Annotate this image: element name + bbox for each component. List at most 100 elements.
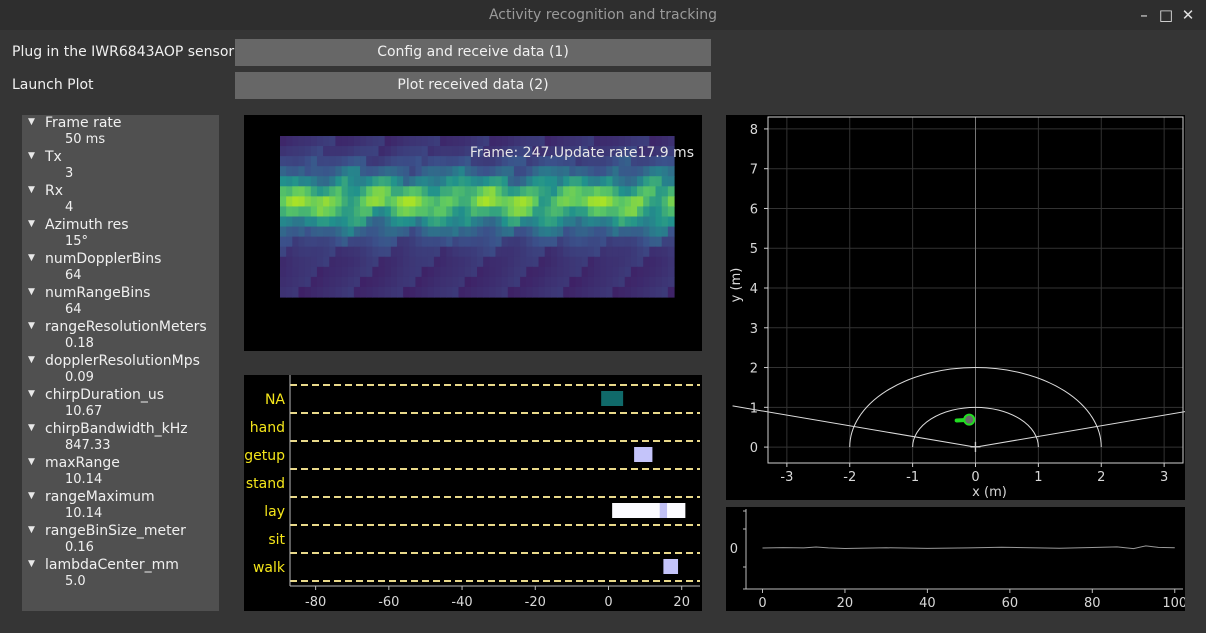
expand-arrow-icon[interactable]: ▼ xyxy=(28,389,35,399)
expand-arrow-icon[interactable]: ▼ xyxy=(28,151,35,161)
expand-arrow-icon[interactable]: ▼ xyxy=(28,321,35,331)
param-value[interactable]: 4 xyxy=(65,200,73,215)
heatmap-cell xyxy=(532,196,540,208)
heatmap-cell xyxy=(513,286,521,298)
expand-arrow-icon[interactable]: ▼ xyxy=(28,423,35,433)
heatmap-cell xyxy=(316,176,324,187)
parameter-tree[interactable]: ▼ Frame rate 50 ms ▼ Tx 3 ▼ Rx 4 ▼ Azimuth res 15° ▼… xyxy=(22,115,219,611)
signal-plot: 0 0 20 40 60 80 100 xyxy=(730,509,1187,611)
heatmap-cell xyxy=(458,236,466,248)
expand-arrow-icon[interactable]: ▼ xyxy=(28,355,35,365)
heatmap-cell xyxy=(316,186,324,197)
param-item[interactable]: ▼ numRangeBins 64 xyxy=(22,285,219,319)
param-value[interactable]: 0.09 xyxy=(65,370,94,385)
param-item[interactable]: ▼ Frame rate 50 ms xyxy=(22,115,219,149)
heatmap-cell xyxy=(630,226,638,238)
param-item[interactable]: ▼ rangeBinSize_meter 0.16 xyxy=(22,523,219,557)
heatmap-cell xyxy=(593,196,601,208)
heatmap-cell xyxy=(384,266,392,278)
param-item[interactable]: ▼ Azimuth res 15° xyxy=(22,217,219,251)
heatmap-cell xyxy=(667,166,675,177)
expand-arrow-icon[interactable]: ▼ xyxy=(28,491,35,501)
heatmap-cell xyxy=(667,246,675,258)
param-item[interactable]: ▼ dopplerResolutionMps 0.09 xyxy=(22,353,219,387)
param-value[interactable]: 3 xyxy=(65,166,73,181)
param-item[interactable]: ▼ Rx 4 xyxy=(22,183,219,217)
expand-arrow-icon[interactable]: ▼ xyxy=(28,253,35,263)
heatmap-cell xyxy=(550,226,558,238)
expand-arrow-icon[interactable]: ▼ xyxy=(28,117,35,127)
param-item[interactable]: ▼ numDopplerBins 64 xyxy=(22,251,219,285)
activity-label: walk xyxy=(253,560,286,576)
param-item[interactable]: ▼ rangeMaximum 10.14 xyxy=(22,489,219,523)
heatmap-cell xyxy=(446,136,453,147)
param-item[interactable]: ▼ Tx 3 xyxy=(22,149,219,183)
heatmap-cell xyxy=(433,206,441,218)
expand-arrow-icon[interactable]: ▼ xyxy=(28,525,35,535)
heatmap-cell xyxy=(286,146,293,157)
plot-button[interactable]: Plot received data (2) xyxy=(235,72,711,99)
heatmap-cell xyxy=(347,236,355,248)
y-tick-label: 8 xyxy=(750,123,758,138)
heatmap-cell xyxy=(378,266,386,278)
heatmap-cell xyxy=(593,186,601,197)
param-item[interactable]: ▼ chirpBandwidth_kHz 847.33 xyxy=(22,421,219,455)
activity-segment xyxy=(601,391,624,406)
param-value[interactable]: 5.0 xyxy=(65,574,86,589)
param-value[interactable]: 0.18 xyxy=(65,336,94,351)
expand-arrow-icon[interactable]: ▼ xyxy=(28,559,35,569)
config-button[interactable]: Config and receive data (1) xyxy=(235,39,711,66)
heatmap-cell xyxy=(396,226,404,238)
param-item[interactable]: ▼ lambdaCenter_mm 5.0 xyxy=(22,557,219,591)
param-item[interactable]: ▼ maxRange 10.14 xyxy=(22,455,219,489)
activity-label: stand xyxy=(246,476,285,492)
heatmap-cell xyxy=(464,266,472,278)
heatmap-cell xyxy=(433,286,441,298)
x-tick-label: -80 xyxy=(305,595,326,610)
expand-arrow-icon[interactable]: ▼ xyxy=(28,219,35,229)
heatmap-cell xyxy=(495,196,503,208)
heatmap-cell xyxy=(489,186,497,197)
heatmap-cell xyxy=(649,256,657,268)
heatmap-cell xyxy=(477,206,484,218)
heatmap-cell xyxy=(433,186,441,197)
heatmap-cell xyxy=(323,136,330,147)
heatmap-cell xyxy=(396,286,404,298)
heatmap-cell xyxy=(323,266,330,278)
expand-arrow-icon[interactable]: ▼ xyxy=(28,287,35,297)
param-item[interactable]: ▼ chirpDuration_us 10.67 xyxy=(22,387,219,421)
param-item[interactable]: ▼ rangeResolutionMeters 0.18 xyxy=(22,319,219,353)
param-value[interactable]: 15° xyxy=(65,234,88,249)
heatmap-cell xyxy=(575,256,583,268)
heatmap-cell xyxy=(606,226,614,238)
close-icon[interactable]: ✕ xyxy=(1180,6,1196,24)
heatmap-cell xyxy=(335,286,343,298)
param-value[interactable]: 0.16 xyxy=(65,540,94,555)
param-value[interactable]: 10.14 xyxy=(65,506,102,521)
maximize-icon[interactable]: □ xyxy=(1158,6,1174,24)
param-value[interactable]: 64 xyxy=(65,302,82,317)
heatmap-cell xyxy=(323,176,330,187)
heatmap-cell xyxy=(612,266,620,278)
heatmap-cell xyxy=(329,206,337,218)
param-value[interactable]: 847.33 xyxy=(65,438,111,453)
param-value[interactable]: 50 ms xyxy=(65,132,105,147)
minimize-icon[interactable]: – xyxy=(1136,6,1152,24)
heatmap-cell xyxy=(390,136,398,147)
heatmap-cell xyxy=(544,216,552,228)
heatmap-cell xyxy=(643,186,650,197)
heatmap-cell xyxy=(440,216,447,228)
heatmap-cell xyxy=(353,136,361,147)
expand-arrow-icon[interactable]: ▼ xyxy=(28,185,35,195)
param-value[interactable]: 64 xyxy=(65,268,82,283)
heatmap-cell xyxy=(323,206,330,218)
heatmap-cell xyxy=(538,196,546,208)
param-value[interactable]: 10.14 xyxy=(65,472,102,487)
heatmap-cell xyxy=(477,246,484,258)
heatmap-cell xyxy=(452,286,460,298)
param-value[interactable]: 10.67 xyxy=(65,404,102,419)
heatmap-cell xyxy=(507,206,515,218)
heatmap-cell xyxy=(575,266,583,278)
expand-arrow-icon[interactable]: ▼ xyxy=(28,457,35,467)
heatmap-cell xyxy=(372,246,380,258)
